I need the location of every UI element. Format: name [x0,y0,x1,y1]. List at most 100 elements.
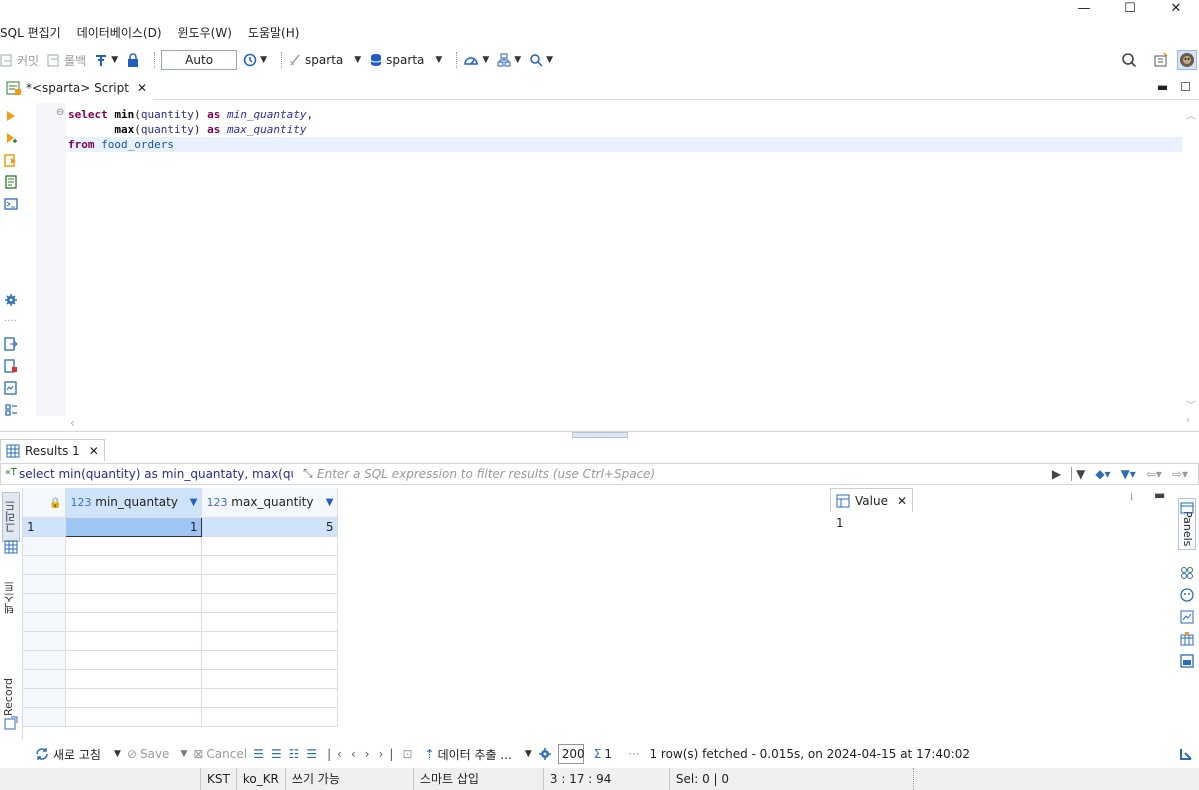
minimize-icon[interactable]: — [1061,0,1107,20]
delete-row-icon[interactable]: ☰ [306,747,321,761]
menu-database[interactable]: 데이터베이스(D) [77,24,162,44]
chevron-down-icon[interactable]: ▼ [354,55,361,65]
first-page-icon[interactable]: |‹ [327,747,348,761]
tab-text-view[interactable]: 텍스트 [2,576,20,620]
chevron-down-icon[interactable]: ▼ [180,749,187,759]
forward-arrow-icon[interactable]: ⇨▾ [1172,467,1188,481]
minimize-icon[interactable]: ▬ [1154,488,1165,502]
chevron-down-icon[interactable]: ▼ [546,55,553,65]
more-dots-icon[interactable]: .... [4,313,17,324]
eraser-icon[interactable]: ◆▾ [1095,467,1110,481]
dashboard-button[interactable]: ▼ [463,53,489,67]
notifications-icon[interactable] [1179,747,1193,761]
row-count-button[interactable]: Σ 1 [594,747,612,761]
aggregate-icon[interactable] [1180,588,1194,602]
minimize-icon[interactable]: ▬ [1157,80,1168,94]
perspective-button[interactable] [1153,52,1169,68]
scroll-right-icon[interactable]: › [1186,415,1190,426]
tab-grid-view[interactable]: 그리드 [2,492,20,542]
references-icon[interactable] [1180,654,1194,668]
tab-script[interactable]: *<sparta> Script ✕ [0,75,154,100]
record-icon[interactable] [4,716,18,730]
save-button[interactable]: ⊘ Save ▼ [127,747,187,761]
new-script-icon[interactable] [4,359,18,373]
fetch-all-icon[interactable]: ⊡ [402,747,418,761]
global-search-button[interactable] [1121,52,1137,68]
sort-icon[interactable]: ▼ [326,497,334,508]
chevron-down-icon[interactable]: ▼ [482,55,489,65]
panel-splitter[interactable] [0,431,1199,438]
schema-selector[interactable]: sparta ▼ [369,53,442,67]
explain-plan-icon[interactable] [4,175,18,189]
expand-icon[interactable]: ⤡ [303,466,313,481]
execute-statement-new-tab-icon[interactable] [4,131,18,145]
grouping-icon[interactable] [1180,610,1194,624]
chevron-down-icon[interactable]: ▼ [525,749,532,759]
outline-icon[interactable] [4,403,18,417]
last-page-icon[interactable]: ›| [379,747,400,761]
editor-vertical-scrollbar[interactable]: ︿ ﹀ › [1182,103,1199,431]
chevron-down-icon[interactable]: ▼ [111,55,118,65]
result-grid[interactable]: 🔒 123 min_quantaty ▼ 123 max_quantity ▼ … [22,488,826,740]
calendar-icon[interactable] [1180,632,1194,646]
export-data-button[interactable]: ⇡ 데이터 추출 ... ▼ [425,746,532,763]
chevron-down-icon[interactable]: ▼ [114,749,121,759]
chevron-down-icon[interactable]: ▼ [514,55,521,65]
next-page-icon[interactable]: › [365,747,376,761]
menu-sql-editor[interactable]: SQL 편집기 [0,24,61,44]
close-icon[interactable]: ✕ [137,81,147,95]
commit-button[interactable]: 커밋 [0,52,39,69]
menu-window[interactable]: 윈도우(W) [178,24,232,44]
copy-row-icon[interactable]: ☷ [289,747,304,761]
apply-filter-icon[interactable]: ▶ [1052,467,1061,481]
sql-code[interactable]: select min(quantity) as min_quantaty, ma… [68,107,1182,152]
scroll-up-icon[interactable]: ︿ [1186,107,1196,122]
add-row-icon[interactable]: ☰ [271,747,286,761]
value-content[interactable]: 1 [836,516,844,530]
scroll-left-icon[interactable]: ‹ [70,416,75,430]
maximize-icon[interactable]: ☐ [1180,80,1191,94]
close-icon[interactable]: ✕ [897,494,907,508]
fetch-size-input[interactable]: 200 [557,744,585,764]
sql-editor[interactable]: ⊖ select min(quantity) as min_quantaty, … [36,103,1182,416]
transaction-mode-field[interactable]: Auto [161,50,238,70]
tab-value[interactable]: Value ✕ [830,488,914,512]
scroll-down-icon[interactable]: ﹀ [1186,397,1196,412]
close-icon[interactable]: ✕ [89,444,99,458]
close-icon[interactable]: ✕ [1153,0,1199,20]
filter-funnel-icon[interactable]: ▼▾ [1121,467,1136,481]
table-cell[interactable]: 5 [201,517,339,537]
column-header-min-quantaty[interactable]: 123 min_quantaty ▼ [65,488,203,518]
collapse-marker-icon[interactable]: ⊖ [56,107,64,118]
history-button[interactable]: ▼ [243,53,267,67]
settings-gear-icon[interactable] [538,747,552,761]
metadata-icon[interactable] [1180,566,1194,580]
execute-statement-icon[interactable] [4,109,18,123]
terminal-icon[interactable] [4,197,18,211]
export-icon[interactable] [4,337,18,351]
cancel-button[interactable]: ⊠ Cancel [193,747,247,761]
transaction-mode-button[interactable]: ▼ [94,53,118,67]
load-script-icon[interactable] [4,381,18,395]
prev-page-icon[interactable]: ‹ [351,747,362,761]
tab-results-1[interactable]: Results 1 ✕ [0,439,105,461]
more-options-icon[interactable]: ⁞ [1130,492,1133,503]
tab-record-view[interactable]: Record [2,672,20,722]
table-row[interactable]: 1 1 5 [23,516,339,537]
edit-row-icon[interactable]: ☰ [253,747,268,761]
menu-help[interactable]: 도움말(H) [248,24,300,44]
row-number-header[interactable]: 🔒 [23,488,67,518]
editor-horizontal-scrollbar[interactable]: ‹ [66,416,1182,431]
chevron-down-icon[interactable]: ▼ [435,55,442,65]
back-arrow-icon[interactable]: ⇦▾ [1146,467,1162,481]
row-number[interactable]: 1 [23,517,67,537]
row-edit-buttons[interactable]: ☰ ☰ ☷ ☰ [253,747,321,761]
refresh-button[interactable]: 새로 고침 ▼ [34,746,121,763]
settings-gear-icon[interactable] [4,293,18,307]
chevron-down-icon[interactable]: ▼ [260,55,267,65]
filter-input[interactable]: Enter a SQL expression to filter results… [293,467,1052,481]
maximize-icon[interactable]: ☐ [1107,0,1153,20]
table-cell[interactable]: 1 [65,516,203,537]
execute-script-icon[interactable] [4,153,18,167]
sort-icon[interactable]: ▼ [190,497,198,508]
